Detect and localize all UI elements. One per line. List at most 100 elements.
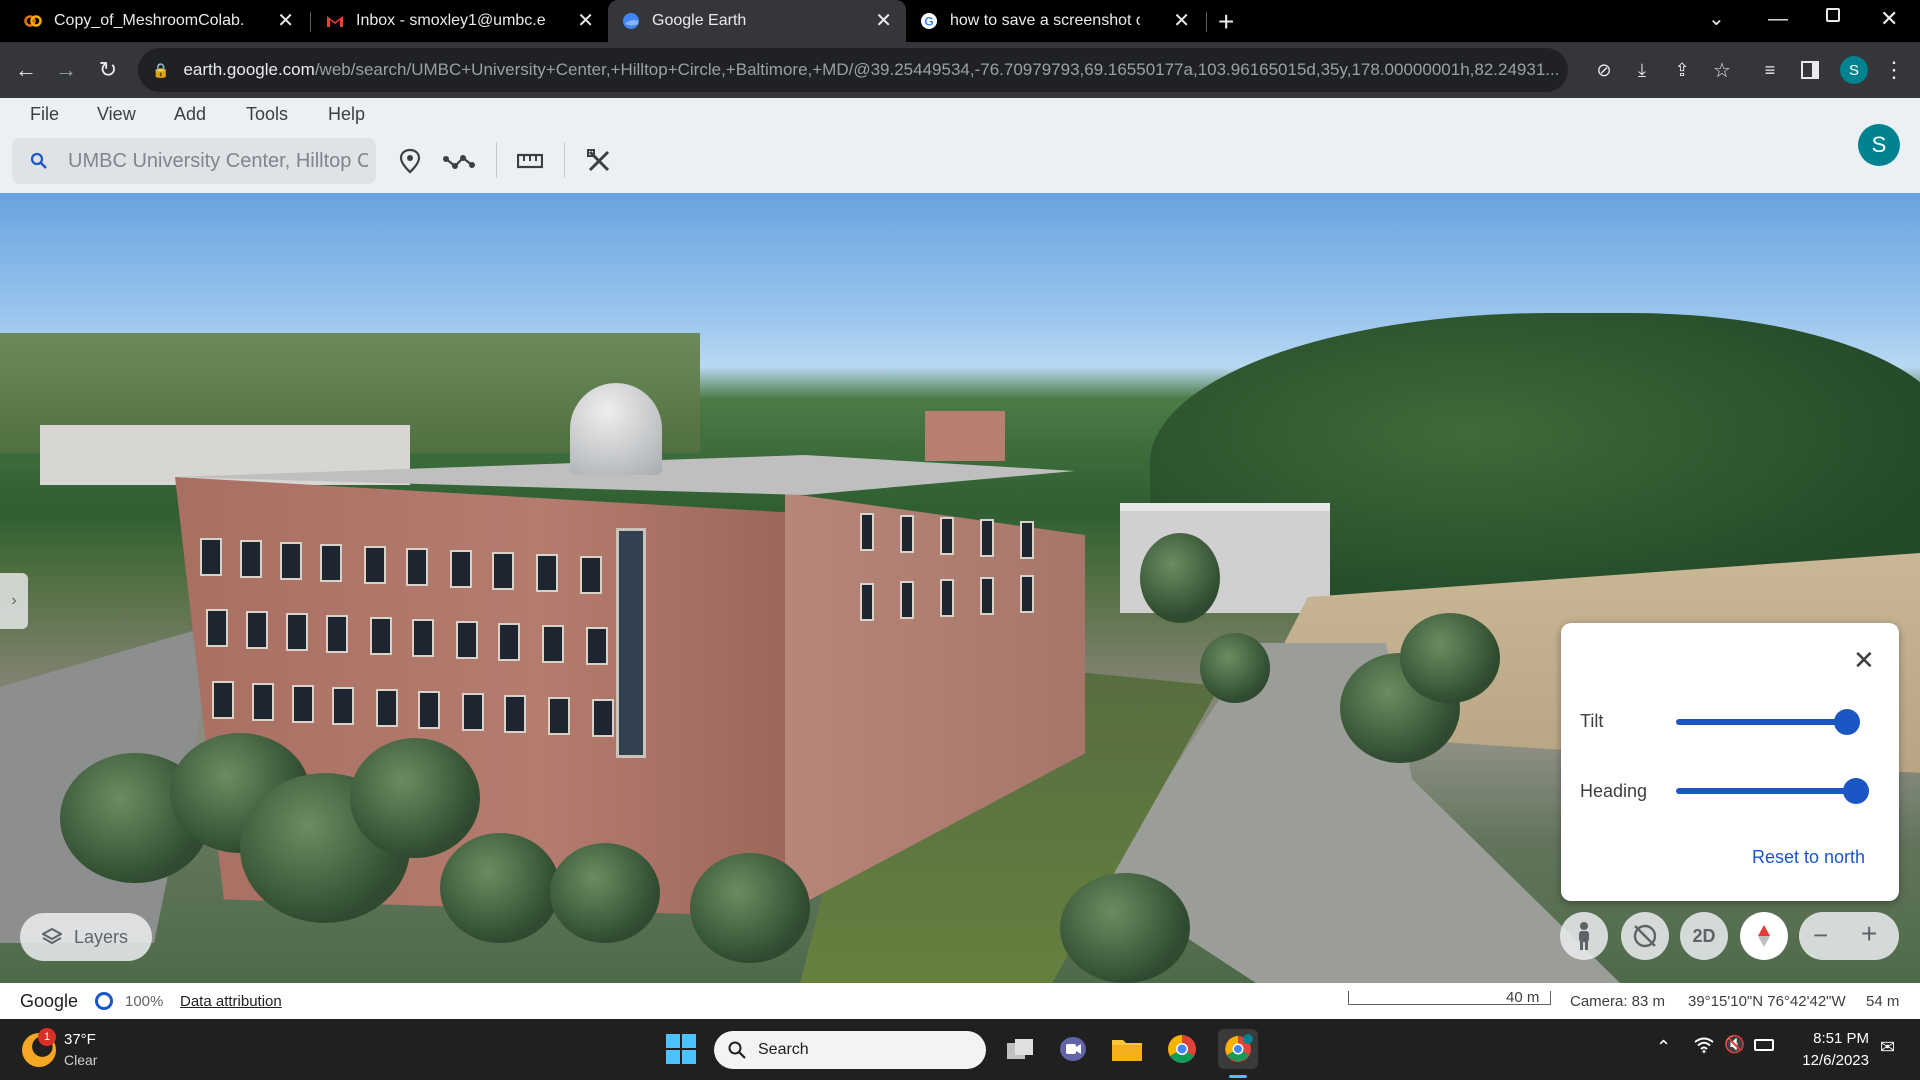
- toggle-3d-buildings-icon[interactable]: [1621, 912, 1669, 960]
- earth-status-bar: Google 100% Data attribution 40 m Camera…: [0, 983, 1920, 1019]
- tab-search-chevron-icon[interactable]: ⌄: [1708, 6, 1725, 31]
- data-attribution-link[interactable]: Data attribution: [180, 993, 282, 1010]
- chrome-profile-icon[interactable]: [1218, 1029, 1258, 1069]
- tree: [690, 853, 810, 963]
- google-logo: Google: [20, 991, 79, 1011]
- menu-tools[interactable]: Tools: [246, 104, 288, 125]
- close-icon[interactable]: ✕: [277, 11, 294, 31]
- window: [580, 556, 602, 594]
- earth-header: File View Add Tools Help S: [0, 98, 1920, 193]
- tree: [350, 738, 480, 858]
- reading-list-icon[interactable]: ≡: [1752, 52, 1788, 88]
- install-app-icon[interactable]: ⤓: [1624, 52, 1660, 88]
- forward-arrow-icon[interactable]: →: [48, 52, 84, 88]
- menu-help[interactable]: Help: [328, 104, 365, 125]
- close-icon[interactable]: ✕: [577, 11, 594, 31]
- menu-view[interactable]: View: [97, 104, 136, 125]
- reset-to-north-link[interactable]: Reset to north: [1752, 847, 1865, 868]
- pegman-icon[interactable]: [1560, 912, 1608, 960]
- window-close-icon[interactable]: ✕: [1880, 6, 1898, 32]
- clock-date[interactable]: 12/6/2023: [1795, 1052, 1869, 1069]
- profile-avatar[interactable]: S: [1840, 56, 1868, 84]
- draw-path-icon[interactable]: [442, 144, 476, 178]
- window: [456, 621, 478, 659]
- window: [940, 517, 954, 555]
- restore-icon[interactable]: [1826, 8, 1840, 22]
- svg-text:G: G: [924, 15, 933, 29]
- add-placemark-icon[interactable]: [393, 144, 427, 178]
- tilt-slider-handle[interactable]: [1834, 709, 1860, 735]
- active-app-indicator: [1229, 1075, 1247, 1078]
- battery-icon[interactable]: [1754, 1039, 1774, 1051]
- file-explorer-icon[interactable]: [1107, 1029, 1147, 1069]
- tree: [1060, 873, 1190, 983]
- close-icon[interactable]: ✕: [1853, 647, 1875, 673]
- weather-desc[interactable]: Clear: [64, 1052, 97, 1068]
- bookmark-star-icon[interactable]: ☆: [1704, 52, 1740, 88]
- tree: [440, 833, 560, 943]
- toolbar-divider: [496, 142, 497, 178]
- glass-stairwell: [616, 528, 646, 758]
- side-panel-icon[interactable]: [1792, 52, 1828, 88]
- search-icon: [30, 152, 47, 169]
- window: [860, 583, 874, 621]
- tab-colab[interactable]: Copy_of_MeshroomColab.ipynb ✕: [10, 0, 308, 42]
- new-tab-plus-icon[interactable]: +: [1218, 6, 1234, 38]
- address-bar[interactable]: 🔒 earth.google.com /web/search/UMBC+Univ…: [138, 48, 1568, 92]
- search-input[interactable]: [68, 146, 368, 176]
- tab-google-earth[interactable]: Google Earth ✕: [608, 0, 906, 42]
- toolbar-divider: [564, 142, 565, 178]
- windows-start-icon[interactable]: [661, 1029, 701, 1069]
- taskbar-search[interactable]: Search: [714, 1031, 986, 1069]
- notifications-icon[interactable]: ✉: [1880, 1037, 1895, 1058]
- teams-chat-icon[interactable]: [1053, 1029, 1093, 1069]
- rooftop-structure: [925, 411, 1005, 461]
- layers-button[interactable]: Layers: [20, 913, 152, 961]
- heading-slider[interactable]: [1676, 778, 1869, 804]
- close-icon[interactable]: ✕: [875, 11, 892, 31]
- zoom-out-minus-icon[interactable]: −: [1813, 920, 1828, 951]
- location-blocked-icon[interactable]: ⊘: [1586, 52, 1622, 88]
- browser-tab-strip: Copy_of_MeshroomColab.ipynb ✕ Inbox - sm…: [0, 0, 1920, 42]
- task-view-icon[interactable]: [1000, 1029, 1040, 1069]
- camera-altitude: Camera: 83 m: [1570, 993, 1666, 1010]
- tab-gmail[interactable]: Inbox - smoxley1@umbc.edu - U ✕: [312, 0, 608, 42]
- chrome-icon[interactable]: [1162, 1029, 1202, 1069]
- window: [206, 609, 228, 647]
- clock-time[interactable]: 8:51 PM: [1795, 1030, 1869, 1047]
- wifi-icon[interactable]: [1694, 1037, 1714, 1058]
- window: [418, 691, 440, 729]
- minimize-icon[interactable]: —: [1768, 8, 1788, 31]
- kebab-menu-icon[interactable]: ⋮: [1876, 52, 1912, 88]
- zoom-in-plus-icon[interactable]: +: [1861, 918, 1877, 950]
- menu-file[interactable]: File: [30, 104, 59, 125]
- window: [980, 519, 994, 557]
- tools-wrench-icon[interactable]: [582, 144, 616, 178]
- weather-badge: 1: [38, 1028, 56, 1046]
- expand-panel-chevron-icon[interactable]: ›: [0, 573, 28, 629]
- account-avatar[interactable]: S: [1858, 124, 1900, 166]
- close-icon[interactable]: ✕: [1173, 11, 1190, 31]
- google-icon: G: [921, 13, 937, 29]
- speaker-muted-icon[interactable]: 🔇: [1724, 1035, 1745, 1055]
- window: [1020, 521, 1034, 559]
- tab-google-search[interactable]: G how to save a screenshot on wi ✕: [906, 0, 1204, 42]
- reload-icon[interactable]: ↻: [90, 52, 126, 88]
- window: [406, 548, 428, 586]
- toggle-2d-button[interactable]: 2D: [1680, 912, 1728, 960]
- window: [280, 542, 302, 580]
- heading-slider-handle[interactable]: [1843, 778, 1869, 804]
- back-arrow-icon[interactable]: ←: [8, 52, 44, 88]
- tab-title: Copy_of_MeshroomColab.ipynb: [54, 12, 244, 29]
- window: [326, 615, 348, 653]
- measure-ruler-icon[interactable]: [513, 144, 547, 178]
- menu-add[interactable]: Add: [174, 104, 206, 125]
- weather-temp[interactable]: 37°F: [64, 1031, 96, 1048]
- taskbar-search-label: Search: [758, 1041, 809, 1058]
- compass-icon[interactable]: [1740, 912, 1788, 960]
- show-hidden-icons-chevron-icon[interactable]: ⌃: [1656, 1037, 1671, 1058]
- tilt-slider[interactable]: [1676, 709, 1860, 735]
- google-earth-icon: [623, 13, 639, 29]
- tree: [550, 843, 660, 943]
- share-icon[interactable]: ⇪: [1664, 52, 1700, 88]
